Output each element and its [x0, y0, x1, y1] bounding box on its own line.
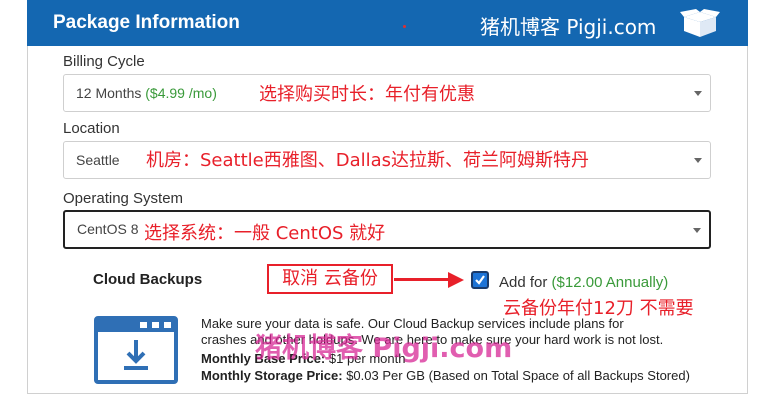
panel-title: Package Information: [53, 12, 240, 33]
add-for-label[interactable]: Add for ($12.00 Annually): [499, 274, 668, 291]
cloud-backups-label: Cloud Backups: [93, 271, 203, 288]
arrow-head-icon: [448, 272, 464, 288]
os-label: Operating System: [63, 190, 184, 207]
backup-download-icon: [94, 316, 178, 384]
os-value: CentOS 8: [77, 221, 139, 237]
billing-annotation: 选择购买时长：年付有优惠: [259, 84, 475, 105]
brand-watermark: 猪机博客 Pigji.com: [480, 15, 657, 39]
os-annotation: 选择系统：一般 CentOS 就好: [144, 223, 386, 244]
location-value: Seattle: [76, 152, 120, 168]
chevron-down-icon: [694, 91, 702, 96]
decorative-dot: [403, 25, 406, 28]
location-annotation: 机房：Seattle西雅图、Dallas达拉斯、荷兰阿姆斯特丹: [146, 150, 590, 171]
cloud-backup-checkbox[interactable]: [471, 271, 489, 289]
cancel-backup-annotation: 取消 云备份: [267, 264, 393, 294]
chevron-down-icon: [694, 158, 702, 163]
arrow-icon: [394, 278, 450, 281]
box-logo-icon: [680, 9, 720, 37]
chevron-down-icon: [693, 228, 701, 233]
monthly-storage-price: Monthly Storage Price: $0.03 Per GB (Bas…: [201, 368, 690, 383]
location-label: Location: [63, 120, 120, 137]
pigji-watermark: 猪机博客 Pigji.com: [255, 333, 513, 364]
billing-cycle-value: 12 Months ($4.99 /mo): [76, 85, 217, 101]
checkmark-icon: [475, 275, 485, 285]
billing-cycle-label: Billing Cycle: [63, 53, 145, 70]
